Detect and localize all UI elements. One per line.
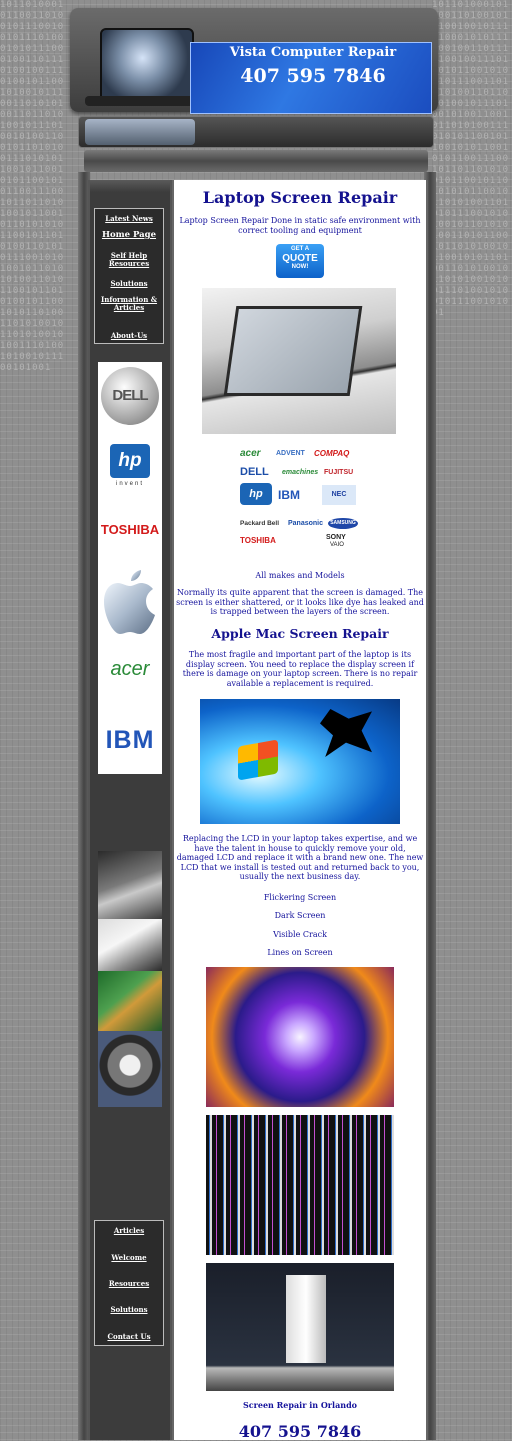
brand-packard-bell: Packard Bell (240, 520, 280, 527)
repair-photo-column (98, 851, 162, 1107)
menu-solutions-bottom[interactable]: Solutions (97, 1306, 161, 1314)
menu-resources[interactable]: Resources (97, 1280, 161, 1288)
symptom-crack: Visible Crack (273, 930, 327, 939)
quote-line-1: GET A (290, 246, 310, 252)
lines-on-screen-photo (206, 1115, 394, 1255)
white-laptop-photo (98, 919, 162, 971)
apple-logo-icon[interactable] (98, 562, 162, 642)
ibm-logo[interactable]: IBM (98, 726, 162, 755)
menu-information-articles[interactable]: Information & Articles (97, 296, 161, 312)
brand-ibm: IBM (278, 488, 300, 502)
sidebar-shade (90, 180, 170, 192)
keyboard-icon (85, 96, 195, 106)
menu-self-help-resources[interactable]: Self Help Resources (97, 252, 161, 268)
menu-solutions[interactable]: Solutions (97, 280, 161, 288)
brand-sony: SONY (326, 534, 346, 541)
dell-logo[interactable]: DELL (98, 364, 162, 428)
hp-tagline: invent (115, 481, 144, 487)
symptom-dark: Dark Screen (274, 911, 326, 920)
brand-compaq: COMPAQ (314, 449, 350, 458)
menu-about-us[interactable]: About-Us (97, 332, 161, 340)
navigation-bar (84, 150, 428, 172)
symptom-lines: Lines on Screen (267, 948, 333, 957)
sidebar-menu: Latest News Home Page Self Help Resource… (94, 208, 164, 344)
menu-home-page[interactable]: Home Page (97, 230, 161, 240)
damage-description: Normally its quite apparent that the scr… (176, 588, 424, 616)
brand-toshiba: TOSHIBA (240, 536, 276, 545)
footer-phone[interactable]: 407 595 7846 (174, 1422, 426, 1441)
lcd-replacement-text: Replacing the LCD in your laptop takes e… (176, 834, 424, 881)
brand-logo-column: DELL hp invent TOSHIBA acer IBM (98, 362, 162, 774)
sub-header-strip (78, 116, 434, 148)
brand-emachines: emachines (282, 469, 319, 476)
main-content: Laptop Screen Repair Laptop Screen Repai… (172, 180, 428, 1441)
laptop-screen-repair-photo (202, 288, 396, 434)
brand-dell: DELL (240, 466, 269, 478)
brand-fujitsu: FUJITSU (324, 469, 354, 476)
left-sidebar: Latest News Home Page Self Help Resource… (88, 180, 172, 1440)
apple-description: The most fragile and important part of t… (182, 650, 418, 688)
laptop-photo (98, 851, 162, 919)
toshiba-logo[interactable]: TOSHIBA (98, 522, 162, 537)
sidebar-menu-bottom: Articles Welcome Resources Solutions Con… (94, 1220, 164, 1346)
cracked-windows-screen-photo (200, 699, 400, 824)
hard-drive-photo (98, 1031, 162, 1107)
menu-contact-us[interactable]: Contact Us (97, 1333, 161, 1341)
menu-welcome[interactable]: Welcome (97, 1254, 161, 1262)
quote-line-3: NOW! (291, 264, 309, 270)
get-quote-button[interactable]: GET A QUOTE NOW! (276, 244, 324, 278)
dell-logo-text: DELL (101, 367, 159, 425)
intro-text: Laptop Screen Repair Done in static safe… (179, 216, 421, 235)
symptom-flickering: Flickering Screen (263, 893, 337, 902)
brand-acer: acer (240, 448, 261, 459)
computer-globe-icon (100, 28, 194, 102)
header-phone: 407 595 7846 (240, 65, 386, 87)
acer-logo[interactable]: acer (98, 658, 162, 681)
all-makes-text: All makes and Models (255, 571, 345, 580)
brand-vaio: VAIO (330, 542, 344, 548)
brand-panasonic: Panasonic (288, 520, 324, 527)
screen-repair-orlando: Screen Repair in Orlando (243, 1400, 357, 1410)
company-name: Vista Computer Repair (229, 45, 397, 60)
menu-latest-news[interactable]: Latest News (97, 215, 161, 223)
binary-background-right: 1011010001011001101001011100100101110100… (432, 0, 510, 318)
motherboard-photo (98, 971, 162, 1031)
apple-icon (104, 570, 155, 634)
binary-background-left: 1011010001011001101001011100100101110100… (0, 0, 65, 373)
brand-nec: NEC (322, 485, 356, 505)
dead-pixels-screen-photo (206, 1263, 394, 1391)
menu-articles[interactable]: Articles (97, 1227, 161, 1235)
quote-line-2: QUOTE (282, 253, 318, 264)
brand-hp: hp (240, 483, 272, 505)
brand-advent: ADVENT (276, 450, 305, 457)
page-title: Laptop Screen Repair (202, 188, 398, 207)
hp-logo-text: hp (110, 444, 150, 478)
brand-samsung: SAMSUNG (328, 518, 358, 529)
shattered-mac-screen-photo (206, 967, 394, 1107)
laptop-brand-logos: acer ADVENT COMPAQ DELL emachines FUJITS… (234, 448, 364, 550)
apple-mac-title: Apple Mac Screen Repair (211, 626, 389, 641)
hp-logo[interactable]: hp invent (98, 444, 162, 487)
site-header: Vista Computer Repair 407 595 7846 (70, 8, 438, 114)
